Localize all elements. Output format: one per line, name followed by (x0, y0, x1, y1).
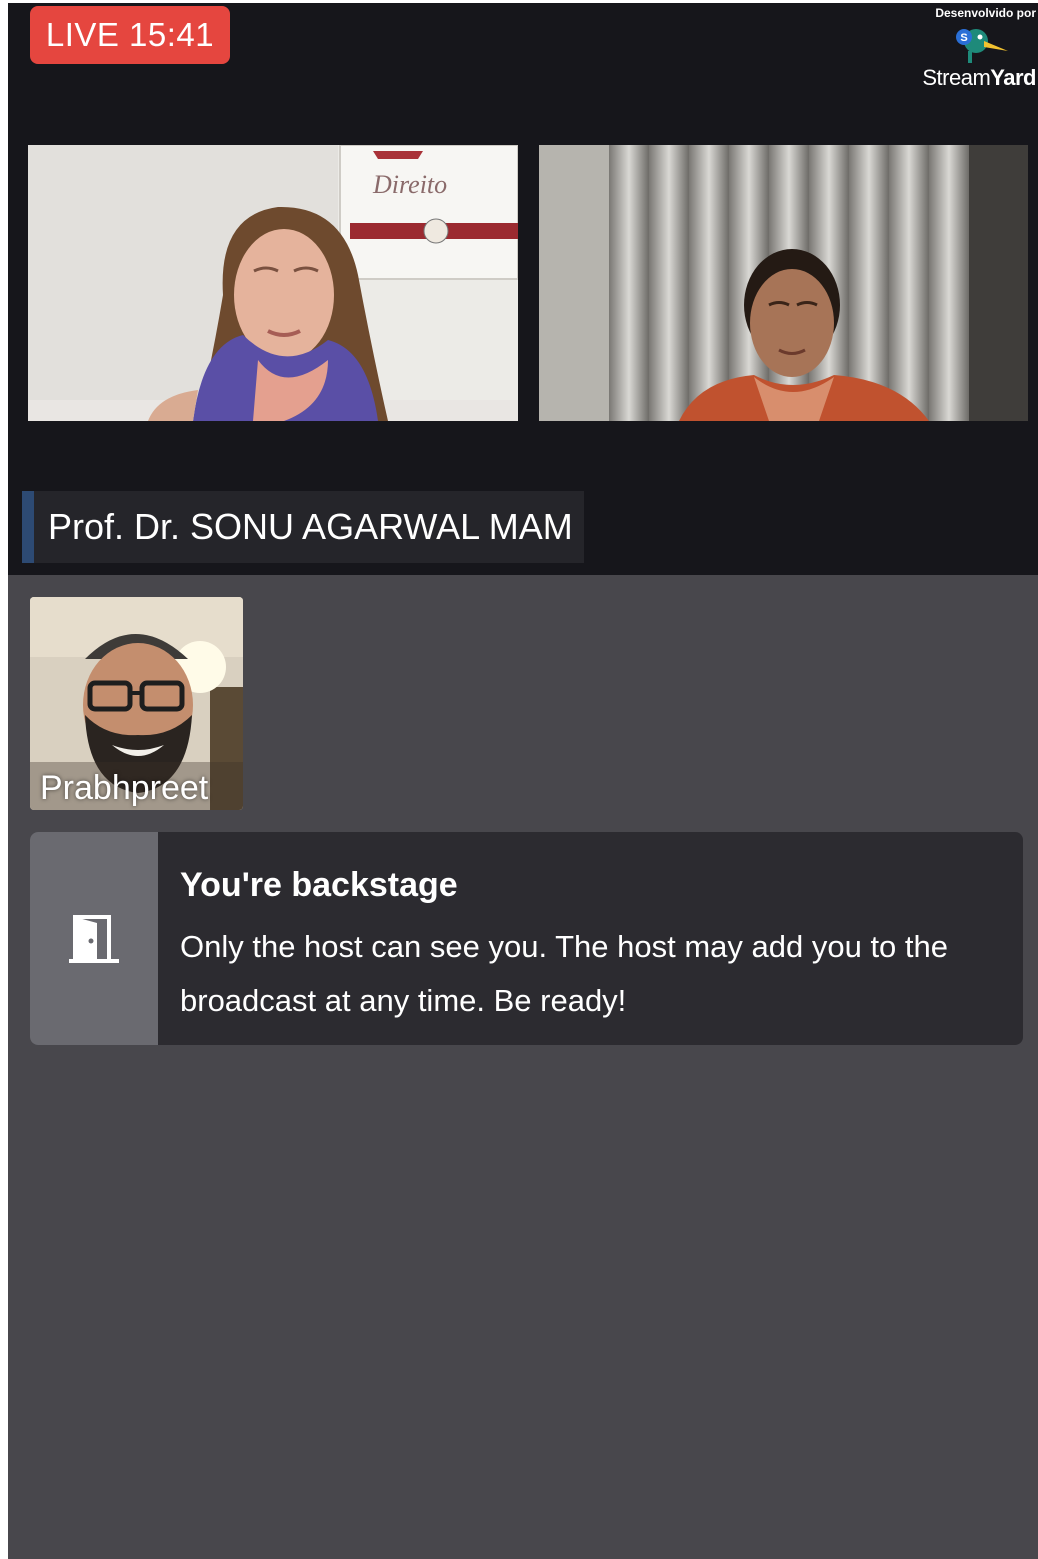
poster-text: Direito (372, 170, 447, 199)
svg-text:S: S (960, 32, 967, 44)
guest-1-video-frame: Direito (28, 145, 518, 421)
streamyard-app: LIVE 15:41 Desenvolvido por S StreamYard (8, 3, 1038, 1559)
video-tile-guest-2[interactable] (539, 145, 1028, 421)
backstage-message: Only the host can see you. The host may … (180, 929, 949, 1018)
speaker-name: Prof. Dr. SONU AGARWAL MAM (48, 506, 573, 547)
branding-caption: Desenvolvido por (935, 6, 1036, 20)
broadcast-stage: LIVE 15:41 Desenvolvido por S StreamYard (8, 3, 1038, 575)
door-icon (69, 914, 119, 963)
backstage-notice: You're backstage Only the host can see y… (30, 832, 1023, 1045)
speaker-name-tag: Prof. Dr. SONU AGARWAL MAM (22, 491, 584, 563)
backstage-title: You're backstage (180, 866, 458, 904)
backstage-icon-panel (30, 832, 158, 1045)
live-badge: LIVE 15:41 (30, 6, 230, 64)
streamyard-wordmark: StreamYard (922, 65, 1036, 90)
video-tile-guest-1[interactable]: Direito (28, 145, 518, 421)
streamyard-branding: Desenvolvido por S StreamYard (918, 5, 1036, 100)
guest-2-video-frame (539, 145, 1028, 421)
backstage-participant-tile[interactable]: Prabhpreet (30, 597, 243, 810)
name-tag-accent-bar (22, 491, 34, 563)
participant-name: Prabhpreet (40, 769, 209, 807)
streamyard-logo-icon: S (956, 29, 1008, 63)
